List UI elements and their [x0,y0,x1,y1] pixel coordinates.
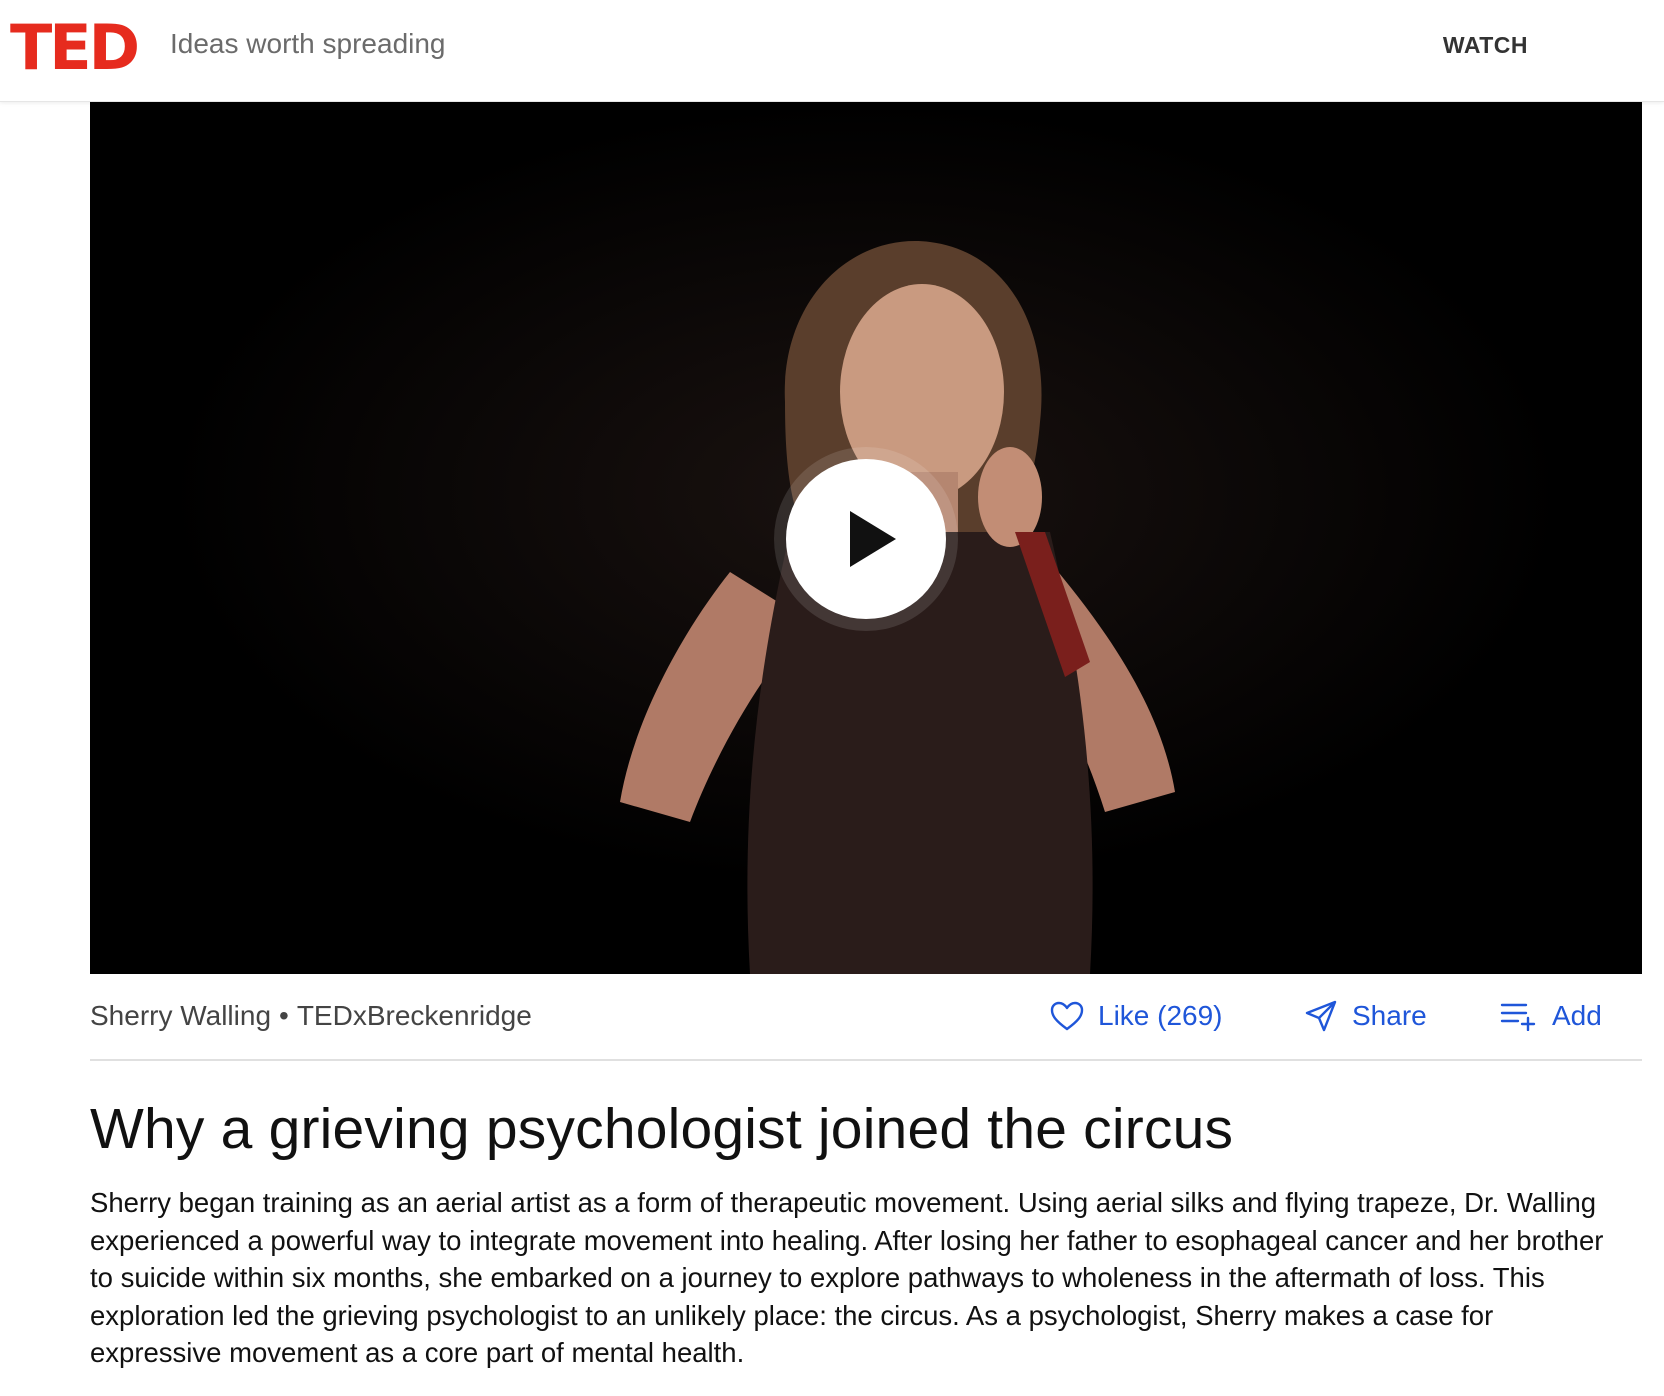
ted-logo[interactable]: TED [10,12,140,84]
talk-description: Sherry began training as an aerial artis… [90,1187,1604,1368]
share-button[interactable]: Share [1304,996,1427,1036]
heart-icon [1050,1001,1084,1031]
byline-separator: • [279,1000,289,1031]
send-icon [1305,1000,1337,1032]
site-tagline: Ideas worth spreading [170,28,446,59]
like-button[interactable]: Like (269) [1050,996,1223,1036]
speaker-name[interactable]: Sherry Walling [90,1000,271,1031]
share-label: Share [1352,1000,1427,1031]
play-button[interactable] [786,459,946,619]
play-icon [850,511,896,567]
video-player[interactable] [90,102,1642,974]
like-label: Like (269) [1098,1000,1223,1031]
site-header: TED Ideas worth spreading WATCH [0,0,1664,102]
talk-meta-row: Sherry Walling • TEDxBreckenridge Like (26… [90,974,1642,1061]
playlist-add-icon [1500,1003,1536,1031]
talk-title: Why a grieving psychologist joined the c… [90,1097,1234,1161]
add-label: Add [1552,1000,1602,1031]
talk-byline: Sherry Walling • TEDxBreckenridge [90,1000,532,1032]
event-name[interactable]: TEDxBreckenridge [297,1000,532,1031]
nav-watch-link[interactable]: WATCH [1443,32,1528,59]
add-to-list-button[interactable]: Add [1500,996,1602,1036]
